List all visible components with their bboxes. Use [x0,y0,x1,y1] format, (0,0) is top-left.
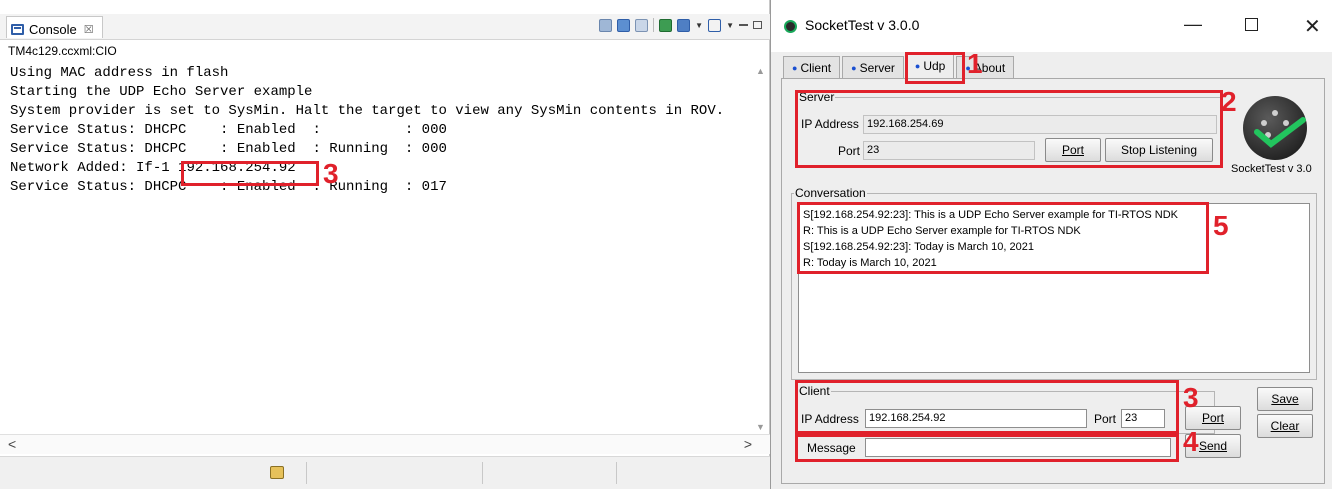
annotation-number: 5 [1213,210,1229,241]
bullet-icon: ● [914,61,921,71]
console-target-name: TM4c129.ccxml:CIO [8,44,117,58]
tab-about[interactable]: ● About [956,56,1015,78]
annotation-number: 3 [1183,382,1199,413]
pin-console-icon[interactable] [659,18,673,32]
sockettest-window: SocketTest v 3.0.0 — ✕ ● Client ● Server ●… [770,0,1332,489]
server-ip-label: IP Address [801,117,859,131]
console-toolbar: ▼ ▼ [599,18,762,32]
console-line: Network Added: If-1 192.168.254.92 [10,159,758,178]
button-label: Clear [1270,419,1300,433]
tab-udp[interactable]: ● Udp [905,53,955,78]
button-label: Send [1198,439,1228,453]
maximize-view-icon[interactable] [753,21,762,29]
conversation-line: R: This is a UDP Echo Server example for… [803,225,1081,237]
console-horizontal-scrollbar[interactable]: < > [0,434,770,454]
status-bar [0,456,770,489]
console-line-prefix: Network Added: If-1 [10,160,170,176]
client-ip-label: IP Address [801,412,859,426]
console-output[interactable]: Using MAC address in flash Starting the U… [10,64,758,434]
window-title: SocketTest v 3.0.0 [805,17,920,33]
maximize-icon[interactable] [1245,18,1258,31]
save-button[interactable]: Save [1257,387,1313,411]
annotation-number: 1 [967,48,983,79]
logo-caption: SocketTest v 3.0 [1231,163,1312,175]
status-divider [306,462,307,484]
button-label: Port [1061,143,1084,157]
message-label: Message [807,441,856,455]
console-icon [11,23,24,35]
scroll-down-icon[interactable]: ▼ [756,422,765,432]
console-line: Service Status: DHCPC : Enabled : Runnin… [10,141,447,157]
workspace-icon[interactable] [270,466,284,479]
tab-server[interactable]: ● Server [842,56,904,78]
network-ip-value: 192.168.254.92 [178,160,296,176]
server-ip-field[interactable]: 192.168.254.69 [863,115,1217,134]
status-divider [482,462,483,484]
tab-client[interactable]: ● Client [783,56,841,78]
display-console-icon[interactable] [677,18,691,32]
scroll-left-icon[interactable]: < [8,436,16,452]
server-port-button[interactable]: Port [1045,138,1101,162]
console-line: Service Status: DHCPC : Enabled : : 000 [10,122,447,138]
bullet-icon: ● [851,62,857,73]
open-console-icon[interactable] [708,18,722,32]
conversation-line: S[192.168.254.92:23]: Today is March 10,… [803,241,1034,253]
clear-console-icon[interactable] [599,18,613,32]
server-legend: Server [799,90,835,104]
toolbar-separator [653,18,655,32]
console-tab-bar: Console ☒ ▼ ▼ [0,14,770,40]
checkmark-icon [1254,117,1306,148]
console-tab[interactable]: Console ☒ [6,16,103,38]
conversation-line: R: Today is March 10, 2021 [803,257,937,269]
close-icon[interactable]: ☒ [84,23,94,36]
console-vertical-scrollbar[interactable]: ▲ ▼ [753,64,767,434]
tab-label: Client [800,60,832,75]
button-label: Stop Listening [1120,143,1198,157]
conversation-line: S[192.168.254.92:23]: This is a UDP Echo… [803,209,1178,221]
close-icon[interactable]: ✕ [1304,14,1321,39]
server-port-field[interactable]: 23 [863,141,1035,160]
status-divider [616,462,617,484]
minimize-view-icon[interactable] [739,24,748,26]
client-port-field[interactable]: 23 [1121,409,1165,428]
console-tab-label: Console [29,21,77,37]
console-line: Using MAC address in flash [10,65,229,81]
button-label: Port [1201,411,1224,425]
annotation-number: 4 [1183,426,1199,457]
scroll-up-icon[interactable]: ▲ [756,66,765,76]
chevron-down-icon[interactable]: ▼ [695,21,703,30]
scroll-lock-icon[interactable] [617,18,631,32]
scroll-right-icon[interactable]: > [744,436,752,452]
tab-label: Server [859,60,895,75]
annotation-number: 2 [1221,86,1237,117]
annotation-number: 3 [323,158,339,189]
tab-label: Udp [923,59,946,73]
sockettest-logo [1243,96,1307,160]
console-line: Service Status: DHCPC : Enabled : Runnin… [10,179,447,195]
client-legend: Client [799,384,830,398]
window-title-bar: SocketTest v 3.0.0 — ✕ [771,0,1332,52]
console-line: System provider is set to SysMin. Halt t… [10,103,725,119]
message-input[interactable] [865,438,1171,457]
bullet-icon: ● [792,62,798,73]
console-view: Console ☒ ▼ ▼ TM4c129.ccxml:CIO Using MA… [0,0,770,489]
chevron-down-icon[interactable]: ▼ [726,21,734,30]
word-wrap-icon[interactable] [635,18,649,32]
minimize-icon[interactable]: — [1184,14,1202,35]
stop-listening-button[interactable]: Stop Listening [1105,138,1213,162]
conversation-area[interactable]: S[192.168.254.92:23]: This is a UDP Echo… [798,203,1310,373]
app-icon [784,20,797,33]
conversation-legend: Conversation [795,186,866,200]
clear-button[interactable]: Clear [1257,414,1313,438]
console-line: Starting the UDP Echo Server example [10,84,313,100]
client-ip-field[interactable]: 192.168.254.92 [865,409,1087,428]
client-port-label: Port [1094,412,1117,426]
button-label: Save [1271,392,1299,406]
server-port-label: Port [838,144,861,158]
